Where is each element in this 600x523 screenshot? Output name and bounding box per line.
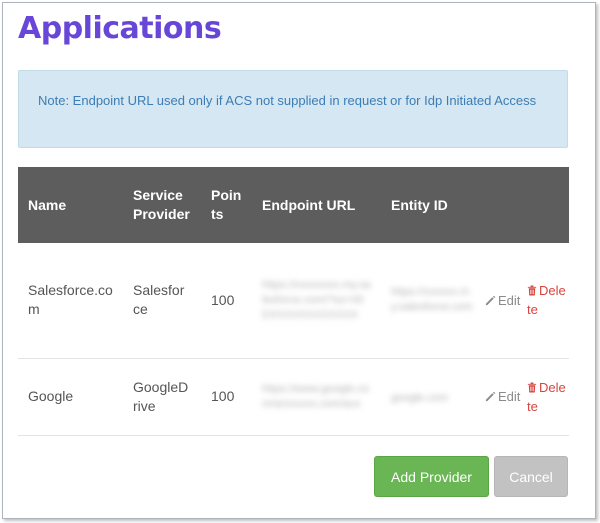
applications-table: Name Service Provider Points Endpoint UR…	[18, 167, 569, 436]
note-text: Note: Endpoint URL used only if ACS not …	[38, 93, 537, 108]
pencil-icon	[485, 391, 496, 402]
edit-link[interactable]: Edit	[485, 389, 520, 404]
header-points: Points	[211, 187, 242, 222]
edit-label: Edit	[498, 292, 521, 308]
cell-points: 100	[211, 291, 235, 308]
edit-label: Edit	[498, 389, 521, 404]
cell-edit: Edit	[485, 243, 527, 358]
edit-link[interactable]: Edit	[485, 293, 520, 308]
trash-icon	[527, 285, 537, 296]
application-window: Applications Note: Endpoint URL used onl…	[2, 2, 596, 519]
cell-name: Salesforce.com	[28, 282, 113, 318]
cell-points: 100	[211, 388, 235, 404]
table-row: Google GoogleDrive 100 https://www.googl…	[18, 358, 569, 435]
entity-id-redacted: https://xxxxxx.my.salesforce.com	[391, 286, 473, 314]
page-title: Applications	[18, 11, 222, 46]
header-delete-col	[527, 167, 569, 243]
header-endpoint-url: Endpoint URL	[262, 196, 356, 213]
add-provider-button[interactable]: Add Provider	[374, 456, 489, 497]
trash-icon	[527, 381, 537, 393]
pencil-icon	[485, 295, 496, 305]
header-service-provider: Service Provider	[133, 187, 190, 222]
cell-edit: Edit	[485, 358, 527, 435]
cell-service-provider: Salesforce	[133, 282, 185, 318]
endpoint-url-redacted: https://xxxxxxxx.my.salesforce.com/?so=0…	[262, 278, 371, 321]
note-alert: Note: Endpoint URL used only if ACS not …	[18, 70, 568, 148]
cell-entity-id: https://xxxxxx.my.salesforce.com	[381, 243, 485, 358]
header-entity-id: Entity ID	[391, 196, 448, 213]
entity-id-redacted: google.com	[391, 392, 448, 404]
table-header-row: Name Service Provider Points Endpoint UR…	[18, 167, 569, 243]
cell-endpoint-url: https://www.google.com/a/xxxxxx.com/acs	[252, 358, 381, 435]
delete-link[interactable]: Delete	[527, 283, 566, 317]
cell-delete: Delete	[527, 243, 569, 358]
cell-service-provider: GoogleDrive	[133, 378, 189, 414]
header-edit-col	[485, 167, 527, 243]
header-name: Name	[28, 196, 67, 213]
cell-entity-id: google.com	[381, 358, 485, 435]
table-row: Salesforce.com Salesforce 100 https://xx…	[18, 243, 569, 358]
delete-link[interactable]: Delete	[527, 380, 566, 414]
cell-delete: Delete	[527, 358, 569, 435]
endpoint-url-redacted: https://www.google.com/a/xxxxxx.com/acs	[262, 382, 370, 410]
cancel-button[interactable]: Cancel	[494, 456, 568, 497]
cell-endpoint-url: https://xxxxxxxx.my.salesforce.com/?so=0…	[252, 243, 381, 358]
cell-name: Google	[28, 388, 74, 404]
